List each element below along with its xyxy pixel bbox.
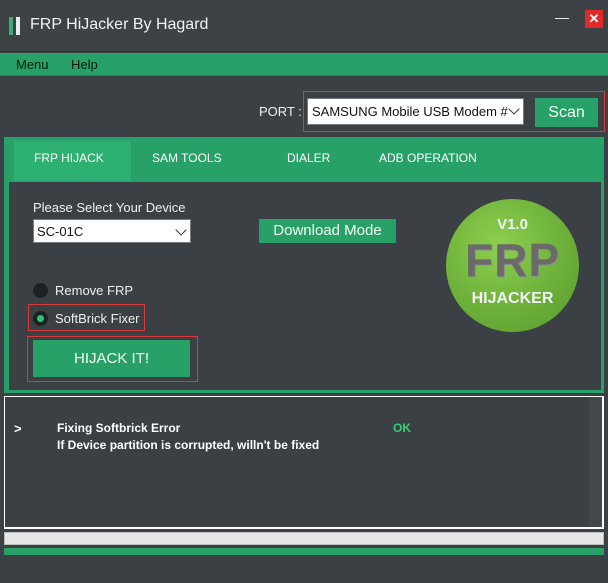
log-status-ok: OK (393, 421, 411, 435)
tab-sam-tools[interactable]: SAM TOOLS (152, 151, 222, 165)
port-select[interactable]: SAMSUNG Mobile USB Modem # (307, 98, 524, 125)
menu-item-menu[interactable]: Menu (16, 57, 49, 72)
log-output[interactable]: > Fixing Softbrick Error If Device parti… (5, 397, 602, 527)
logo-sub-text: HIJACKER (471, 290, 554, 307)
frp-hijacker-logo: V1.0 FRP HIJACKER (446, 199, 579, 332)
softbrick-fixer-label: SoftBrick Fixer (55, 311, 140, 326)
hijack-button[interactable]: HIJACK IT! (33, 340, 190, 377)
window-title: FRP HiJacker By Hagard (30, 16, 209, 33)
tab-panel: FRP HIJACK SAM TOOLS DIALER ADB OPERATIO… (4, 137, 604, 393)
port-select-value: SAMSUNG Mobile USB Modem # (312, 104, 508, 119)
log-panel: > Fixing Softbrick Error If Device parti… (4, 396, 604, 529)
logo-main-text: FRP (465, 234, 560, 286)
radio-unchecked-icon[interactable] (33, 283, 48, 298)
radio-checked-icon[interactable] (33, 311, 48, 326)
log-scrollbar[interactable] (589, 397, 602, 527)
scan-button[interactable]: Scan (535, 98, 598, 127)
device-select-value: SC-01C (37, 224, 84, 239)
device-label: Please Select Your Device (33, 200, 186, 215)
app-window: FRP HiJacker By Hagard — ✕ Menu Help POR… (0, 0, 608, 583)
app-logo-icon (9, 17, 21, 35)
log-prompt: > (14, 421, 22, 436)
port-label: PORT : (259, 104, 302, 119)
log-line: Fixing Softbrick Error (57, 421, 181, 435)
download-mode-button[interactable]: Download Mode (259, 219, 396, 243)
menu-item-help[interactable]: Help (71, 57, 98, 72)
tab-frp-hijack[interactable]: FRP HIJACK (34, 151, 104, 165)
frp-hijack-content: Please Select Your Device SC-01C Downloa… (9, 182, 601, 390)
close-button[interactable]: ✕ (585, 10, 603, 28)
minimize-button[interactable]: — (553, 8, 571, 26)
bottom-status-band (4, 548, 604, 555)
logo-version: V1.0 (497, 216, 528, 233)
title-bar: FRP HiJacker By Hagard — ✕ (0, 0, 608, 52)
chevron-down-icon (175, 224, 187, 236)
log-line: If Device partition is corrupted, willn'… (57, 438, 320, 452)
menu-bar: Menu Help (0, 53, 608, 76)
remove-frp-label: Remove FRP (55, 283, 134, 298)
device-select[interactable]: SC-01C (33, 219, 191, 243)
tab-adb-operation[interactable]: ADB OPERATION (379, 151, 477, 165)
progress-bar (4, 532, 604, 545)
tab-dialer[interactable]: DIALER (287, 151, 330, 165)
chevron-down-icon (508, 103, 520, 115)
